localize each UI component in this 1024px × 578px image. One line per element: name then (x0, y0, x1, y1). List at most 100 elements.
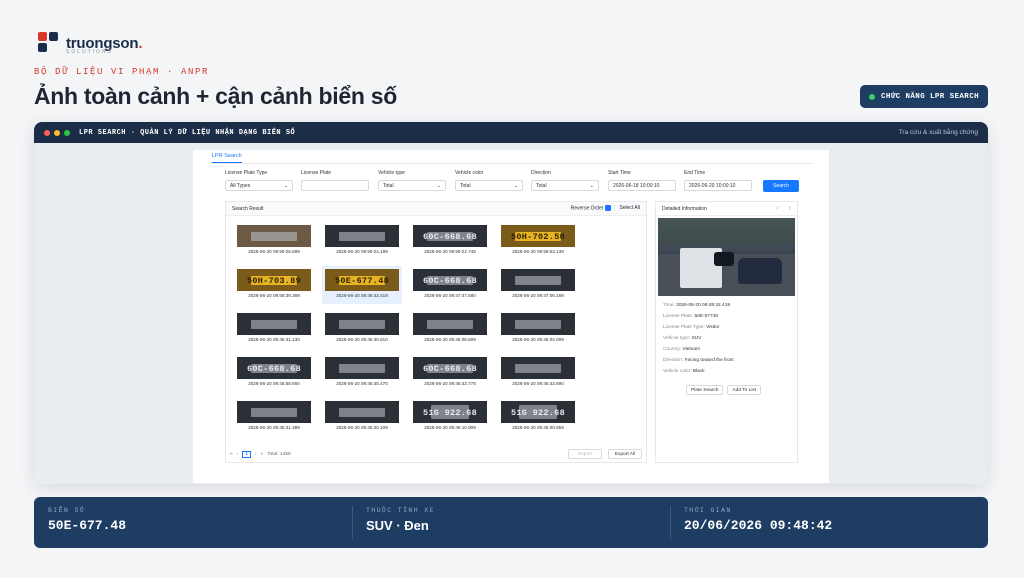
filter-license-plate: License Plate (301, 170, 369, 191)
detail-panel: Detailed Information ‹ › Time: 2026-06-2… (655, 201, 798, 463)
result-card[interactable]: 60C-668.68 2026-06-20 09:45:58.660 (234, 354, 314, 392)
plate-thumbnail: 50E-677.48 (325, 269, 399, 291)
filter-label: Vehicle type (378, 170, 405, 176)
brand-logo: truongson. SOLUTIONS (38, 32, 143, 55)
capture-time: 2026-06-20 09:45:10.909 (424, 425, 476, 430)
plate-text: 60C-668.68 (422, 364, 477, 374)
stat-label: BIỂN SỐ (48, 507, 86, 514)
detail-field-label: Direction: (663, 358, 684, 363)
result-card[interactable]: 2026-06-20 09:47:06.169 (498, 266, 578, 304)
result-card[interactable]: 2026-06-20 09:59:24.189 (322, 222, 402, 260)
result-card[interactable]: 2026-06-20 09:46:04.009 (498, 310, 578, 348)
license-plate-input[interactable] (301, 180, 369, 191)
plate-text: 50E-677.48 (334, 276, 389, 286)
logo-mark-icon (38, 32, 60, 54)
detail-field-label: License Plate Type: (663, 325, 705, 330)
search-button[interactable]: Search (763, 180, 799, 192)
detail-actions: Plate Search Add To List (686, 385, 762, 395)
result-title: Search Result (232, 205, 264, 212)
capture-time: 2026-06-20 09:46:31.130 (248, 337, 300, 342)
add-to-list-button[interactable]: Add To List (727, 385, 762, 395)
capture-time: 2026-06-20 09:47:06.169 (512, 293, 564, 298)
plate-thumbnail: 51G 922.68 (501, 401, 575, 423)
first-page-button[interactable]: « (230, 452, 233, 457)
chevron-right-icon[interactable]: › (789, 205, 791, 212)
result-card[interactable]: 60C-668.68 2026-06-20 09:47:47.580 (410, 266, 490, 304)
plate-thumbnail: 50H-702.50 (501, 225, 575, 247)
detail-field: License Plate: 50E-67748 (663, 311, 734, 322)
result-card[interactable]: 2026-06-20 09:45:31.389 (234, 398, 314, 436)
detail-field: License Plate Type: Visitor (663, 322, 734, 333)
result-card[interactable]: 2026-06-20 09:45:20.109 (322, 398, 402, 436)
filter-label: Direction (531, 170, 551, 176)
detail-field-label: Time: (663, 303, 675, 308)
tab-divider (210, 163, 812, 164)
stat-label: THỜI GIAN (684, 507, 732, 514)
detail-field: Vehicle type: SUV (663, 333, 734, 344)
brand-sub: SOLUTIONS (66, 49, 113, 55)
maximize-window-icon[interactable] (64, 129, 70, 136)
result-card[interactable]: 50H-702.50 2026-06-20 09:58:53.139 (498, 222, 578, 260)
last-page-button[interactable]: » (261, 452, 264, 457)
result-card[interactable]: 60C-668.68 2026-06-20 09:59:22.748 (410, 222, 490, 260)
plate-text: 50H-702.50 (510, 232, 565, 242)
export-all-button[interactable]: Export All (608, 449, 642, 459)
stat-plate: BIỂN SỐ 50E-677.48 (34, 497, 352, 548)
status-dot-icon (868, 93, 875, 100)
page-title: Ảnh toàn cảnh + cận cảnh biển số (34, 83, 397, 109)
capture-time: 2026-06-20 09:45:20.109 (336, 425, 388, 430)
prev-page-button[interactable]: ‹ (237, 452, 239, 457)
capture-time: 2026-06-20 09:48:42.419 (336, 293, 388, 298)
result-card[interactable]: 2026-06-20 09:45:45.470 (322, 354, 402, 392)
plate-search-button[interactable]: Plate Search (686, 385, 724, 395)
plate-text: 51G 922.68 (510, 408, 565, 418)
reverse-order-toggle[interactable]: Reverse Order (571, 205, 612, 212)
select-all-button[interactable]: Select All (619, 205, 640, 211)
close-window-icon[interactable] (44, 129, 50, 136)
detail-field: Country: Vietnam (663, 344, 734, 355)
search-result-panel: Search Result Reverse Order Select All 2… (225, 201, 647, 463)
result-card[interactable]: 51G 922.68 2026-06-20 09:45:10.909 (410, 398, 490, 436)
plate-thumbnail: 60C-668.68 (413, 225, 487, 247)
detail-field-label: License Plate: (663, 314, 694, 319)
stat-value: 20/06/2026 09:48:42 (684, 518, 833, 533)
result-card[interactable]: 51G 922.68 2026-06-20 09:45:00.659 (498, 398, 578, 436)
filter-bar: License Plate Type All Types ⌄ License Pl… (225, 170, 799, 196)
plate-thumbnail (237, 225, 311, 247)
plate-text: 50H-703.89 (246, 276, 301, 286)
result-card[interactable]: 2026-06-20 09:46:08.509 (410, 310, 490, 348)
vehicle-type-select[interactable]: Total ⌄ (378, 180, 446, 191)
chevron-left-icon[interactable]: ‹ (776, 205, 778, 212)
capture-time: 2026-06-20 09:59:24.189 (336, 249, 388, 254)
tab-lpr-search[interactable]: LPR Search (212, 153, 242, 163)
result-card[interactable]: 50H-703.89 2026-06-20 09:58:39.389 (234, 266, 314, 304)
detail-field-value: Vietnam (682, 347, 700, 352)
direction-select[interactable]: Total ⌄ (531, 180, 599, 191)
result-card[interactable]: 2026-06-20 09:46:31.130 (234, 310, 314, 348)
next-page-button[interactable]: › (255, 452, 257, 457)
end-time-picker[interactable]: 2026-06-20 10:00:10 (684, 180, 752, 191)
detail-field-value: 2026-06-20 09:48:42.419 (676, 303, 731, 308)
result-card[interactable]: 2026-06-20 09:46:30.810 (322, 310, 402, 348)
result-card[interactable]: 50E-677.48 2026-06-20 09:48:42.419 (322, 266, 402, 304)
chevron-down-icon: ⌄ (589, 182, 594, 189)
app-window: LPR SEARCH · QUẢN LÝ DỮ LIỆU NHẬN DẠNG B… (34, 122, 988, 484)
minimize-window-icon[interactable] (54, 129, 60, 136)
capture-time: 2026-06-20 09:46:30.810 (336, 337, 388, 342)
result-card[interactable]: 2026-06-20 09:59:26.599 (234, 222, 314, 260)
start-time-picker[interactable]: 2026-06-18 10:00:10 (608, 180, 676, 191)
capture-time: 2026-06-20 09:59:26.599 (248, 249, 300, 254)
capture-time: 2026-06-20 09:58:53.139 (512, 249, 564, 254)
result-card[interactable]: 60C-668.68 2026-06-20 09:45:43.778 (410, 354, 490, 392)
plate-thumbnail (501, 357, 575, 379)
detail-field: Time: 2026-06-20 09:48:42.419 (663, 300, 734, 311)
result-card[interactable]: 2026-06-20 09:45:43.690 (498, 354, 578, 392)
page-number[interactable]: 1 (242, 451, 251, 458)
plate-type-select[interactable]: All Types ⌄ (225, 180, 293, 191)
plate-thumbnail (237, 401, 311, 423)
detail-field-label: Vehicle color: (663, 369, 692, 374)
feature-chip: CHỨC NĂNG LPR SEARCH (860, 85, 988, 108)
export-button[interactable]: Export (568, 449, 602, 459)
vehicle-color-select[interactable]: Total ⌄ (455, 180, 523, 191)
stat-time: THỜI GIAN 20/06/2026 09:48:42 (670, 497, 988, 548)
